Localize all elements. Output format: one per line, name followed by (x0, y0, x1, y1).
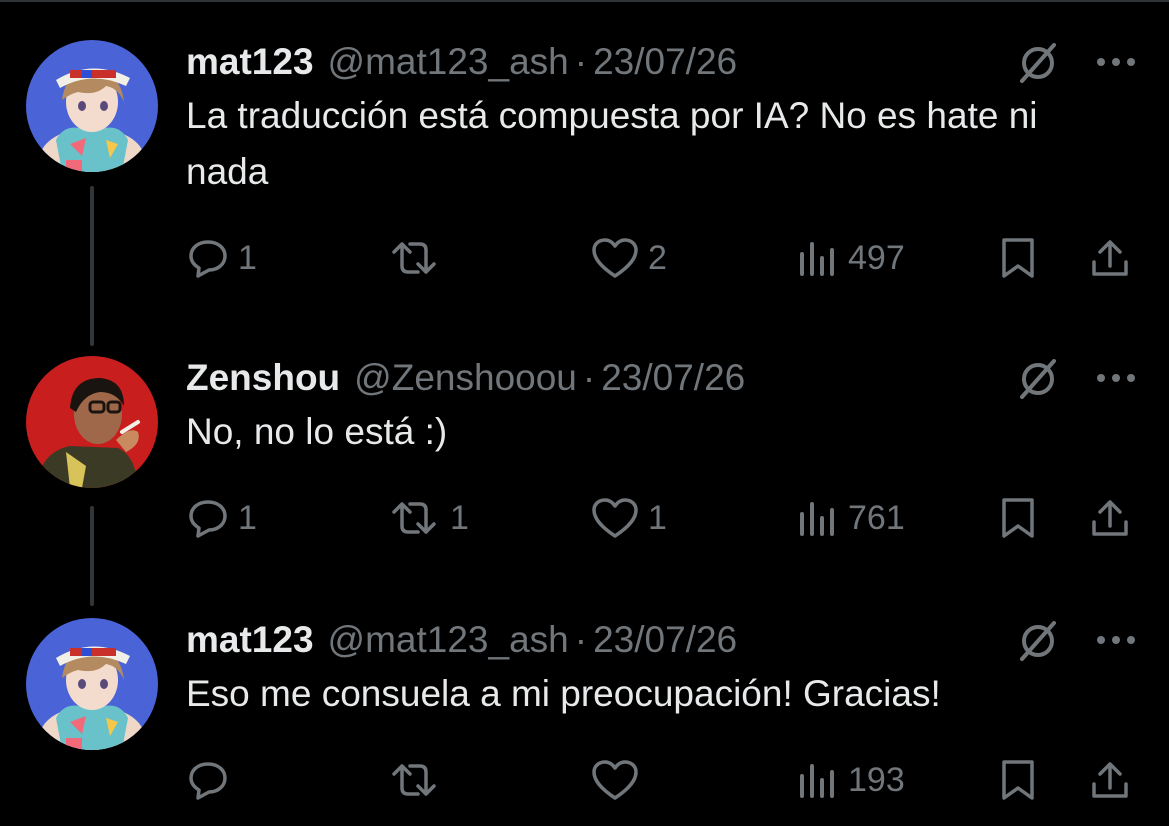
display-name[interactable]: mat123 (186, 41, 314, 83)
avatar[interactable] (26, 618, 158, 750)
bookmark-icon (1002, 238, 1034, 278)
views-button[interactable]: 497 (796, 233, 905, 283)
anime-girl-avatar-image (26, 40, 158, 172)
post-date[interactable]: 23/07/26 (593, 41, 737, 83)
views-count: 497 (848, 238, 905, 277)
action-bar: 1 1 1 761 (0, 493, 1169, 543)
bookmark-icon (1002, 498, 1034, 538)
grok-icon[interactable] (1016, 43, 1060, 83)
post-date[interactable]: 23/07/26 (601, 357, 745, 399)
repost-button[interactable] (386, 233, 450, 283)
more-icon[interactable] (1095, 634, 1137, 646)
reply-icon (189, 762, 227, 800)
grok-icon[interactable] (1016, 621, 1060, 661)
views-icon (800, 242, 834, 276)
reply-count: 1 (238, 498, 257, 537)
post-text: No, no lo está :) (186, 411, 448, 452)
user-handle[interactable]: @mat123_ash (328, 41, 569, 83)
bookmark-button[interactable] (996, 493, 1040, 543)
repost-icon (392, 502, 436, 534)
post-text: La traducción está compuesta por IA? No … (186, 95, 1038, 192)
like-count: 1 (648, 498, 667, 537)
like-count: 2 (648, 238, 667, 277)
views-button[interactable]: 193 (796, 755, 905, 805)
views-icon (800, 502, 834, 536)
reply-button[interactable]: 1 (186, 493, 257, 543)
share-icon (1092, 762, 1128, 798)
avatar[interactable] (26, 356, 158, 488)
post-date[interactable]: 23/07/26 (593, 619, 737, 661)
like-button[interactable]: 2 (590, 233, 667, 283)
anime-girl-avatar-image (26, 618, 158, 750)
repost-icon (392, 764, 436, 796)
views-button[interactable]: 761 (796, 493, 905, 543)
share-button[interactable] (1088, 233, 1132, 283)
post-header: mat123 @mat123_ash · 23/07/26 (186, 40, 737, 84)
share-icon (1092, 500, 1128, 536)
smoking-man-avatar-image (26, 356, 158, 488)
repost-count: 1 (450, 498, 469, 537)
like-button[interactable] (590, 755, 648, 805)
share-icon (1092, 240, 1128, 276)
bookmark-button[interactable] (996, 233, 1040, 283)
post-text: Eso me consuela a mi preocupación! Graci… (186, 673, 941, 714)
like-button[interactable]: 1 (590, 493, 667, 543)
reply-icon (189, 500, 227, 538)
post-header: mat123 @mat123_ash · 23/07/26 (186, 618, 737, 662)
post[interactable]: mat123 @mat123_ash · 23/07/26 La traducc… (0, 40, 1169, 290)
grok-icon[interactable] (1016, 359, 1060, 399)
views-count: 193 (848, 760, 905, 799)
display-name[interactable]: mat123 (186, 619, 314, 661)
user-handle[interactable]: @Zenshooou (354, 357, 577, 399)
top-divider (0, 0, 1169, 2)
more-icon[interactable] (1095, 56, 1137, 68)
separator-dot: · (574, 619, 588, 660)
views-icon (800, 764, 834, 798)
like-icon (592, 760, 638, 800)
repost-button[interactable]: 1 (386, 493, 469, 543)
share-button[interactable] (1088, 755, 1132, 805)
bookmark-icon (1002, 760, 1034, 800)
repost-button[interactable] (386, 755, 450, 805)
share-button[interactable] (1088, 493, 1132, 543)
avatar[interactable] (26, 40, 158, 172)
like-icon (592, 238, 638, 278)
separator-dot: · (582, 357, 596, 398)
reply-button[interactable]: 1 (186, 233, 257, 283)
bookmark-button[interactable] (996, 755, 1040, 805)
post-header: Zenshou @Zenshooou · 23/07/26 (186, 356, 745, 400)
action-bar: 193 (0, 755, 1169, 805)
reply-button[interactable] (186, 755, 238, 805)
repost-icon (392, 242, 436, 274)
like-icon (592, 498, 638, 538)
action-bar: 1 2 497 (0, 233, 1169, 283)
separator-dot: · (574, 41, 588, 82)
post[interactable]: mat123 @mat123_ash · 23/07/26 Eso me con… (0, 618, 1169, 808)
user-handle[interactable]: @mat123_ash (328, 619, 569, 661)
post[interactable]: Zenshou @Zenshooou · 23/07/26 No, no lo … (0, 356, 1169, 538)
views-count: 761 (848, 498, 905, 537)
reply-count: 1 (238, 238, 257, 277)
display-name[interactable]: Zenshou (186, 357, 340, 399)
more-icon[interactable] (1095, 372, 1137, 384)
reply-icon (189, 240, 227, 278)
